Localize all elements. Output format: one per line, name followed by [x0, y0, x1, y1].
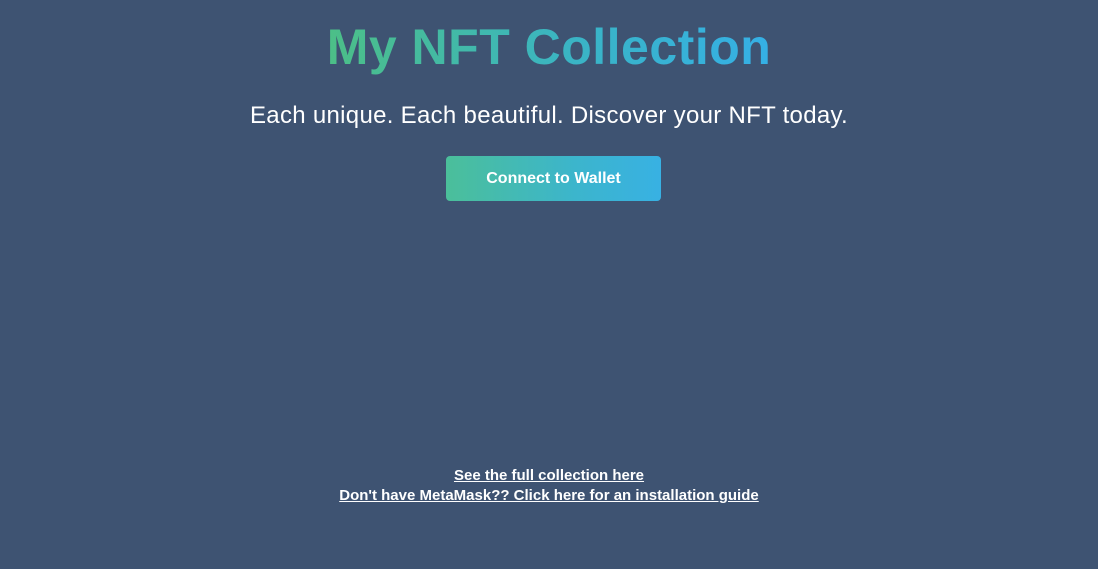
connect-wallet-button[interactable]: Connect to Wallet: [446, 156, 661, 201]
metamask-guide-link[interactable]: Don't have MetaMask?? Click here for an …: [0, 486, 1098, 506]
footer-links: See the full collection here Don't have …: [0, 466, 1098, 506]
page-title: My NFT Collection: [0, 18, 1098, 76]
tagline: Each unique. Each beautiful. Discover yo…: [250, 102, 848, 129]
page-title-text: My NFT Collection: [326, 19, 772, 75]
full-collection-link[interactable]: See the full collection here: [0, 466, 1098, 486]
landing-page: My NFT Collection Each unique. Each beau…: [0, 0, 1098, 569]
